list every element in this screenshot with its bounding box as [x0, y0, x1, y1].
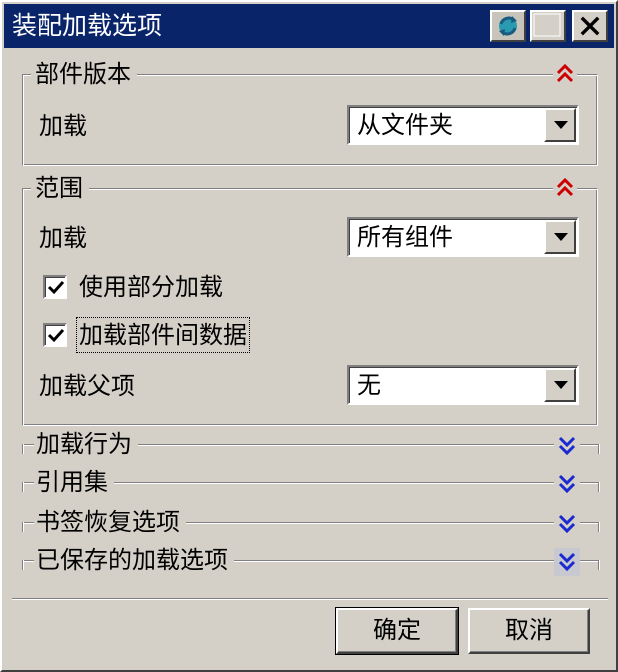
section-rule-end — [598, 522, 600, 532]
load-behavior-section[interactable]: 加载行为 — [22, 426, 600, 464]
bookmark-restore-expand-toggle[interactable] — [554, 510, 580, 538]
section-rule-end — [598, 482, 600, 492]
section-rule-start — [22, 560, 24, 570]
title-bar[interactable]: 装配加载选项 — [4, 4, 614, 48]
window-title: 装配加载选项 — [12, 11, 163, 40]
use-partial-load-label[interactable]: 使用部分加载 — [79, 270, 223, 304]
refresh-button[interactable] — [490, 10, 526, 42]
reference-set-expand-toggle[interactable] — [554, 470, 580, 498]
saved-load-options-section[interactable]: 已保存的加载选项 — [22, 542, 600, 580]
scope-load-select[interactable]: 所有组件 — [347, 217, 579, 257]
load-parent-dropdown-button[interactable] — [544, 368, 576, 402]
part-version-load-value: 从文件夹 — [357, 111, 453, 139]
scope-group: 范围 加载 所有组件 使用部分加载 加载部件间数据 加载父项 无 — [22, 170, 598, 426]
double-chevron-up-icon — [556, 63, 574, 83]
part-version-collapse-toggle[interactable] — [553, 61, 577, 87]
button-separator — [12, 598, 608, 600]
bookmark-restore-label: 书签恢复选项 — [34, 505, 186, 539]
double-chevron-down-icon — [558, 436, 576, 456]
load-interpart-data-checkbox[interactable] — [43, 323, 67, 347]
load-parent-label: 加载父项 — [39, 372, 135, 400]
saved-load-options-label: 已保存的加载选项 — [34, 543, 234, 577]
section-rule-start — [22, 522, 24, 532]
close-icon — [580, 16, 600, 36]
double-chevron-down-icon — [558, 514, 576, 534]
checkmark-icon — [47, 280, 65, 295]
section-rule-end — [598, 444, 600, 454]
double-chevron-down-icon — [558, 474, 576, 494]
load-parent-value: 无 — [357, 371, 381, 399]
scope-collapse-toggle[interactable] — [553, 175, 577, 201]
scope-legend: 范围 — [31, 170, 89, 206]
part-version-load-label: 加载 — [39, 112, 87, 140]
checkmark-icon — [47, 328, 65, 343]
reference-set-section[interactable]: 引用集 — [22, 464, 600, 502]
part-version-dropdown-button[interactable] — [544, 108, 576, 142]
restore-button[interactable] — [530, 10, 566, 42]
double-chevron-down-icon — [558, 552, 576, 572]
load-parent-select[interactable]: 无 — [347, 365, 579, 405]
section-rule-start — [22, 482, 24, 492]
section-rule-end — [598, 560, 600, 570]
use-partial-load-checkbox[interactable] — [43, 275, 67, 299]
assembly-load-options-dialog: 装配加载选项 部件版本 加载 从文件夹 范围 加载 所有组件 使用部分加载 加载… — [0, 0, 618, 672]
dropdown-arrow-icon — [554, 381, 568, 389]
load-behavior-label: 加载行为 — [34, 427, 138, 461]
scope-load-dropdown-button[interactable] — [544, 220, 576, 254]
close-button[interactable] — [572, 10, 608, 42]
load-behavior-expand-toggle[interactable] — [554, 432, 580, 460]
saved-load-options-expand-toggle[interactable] — [554, 548, 580, 576]
dropdown-arrow-icon — [554, 121, 568, 129]
part-version-group: 部件版本 加载 从文件夹 — [22, 56, 598, 166]
section-rule-start — [22, 444, 24, 454]
reference-set-label: 引用集 — [34, 465, 114, 499]
dropdown-arrow-icon — [554, 233, 568, 241]
part-version-load-select[interactable]: 从文件夹 — [347, 105, 579, 145]
ok-button[interactable]: 确定 — [335, 607, 459, 655]
scope-load-label: 加载 — [39, 224, 87, 252]
restore-icon — [533, 13, 561, 37]
part-version-legend: 部件版本 — [31, 56, 137, 92]
cancel-button[interactable]: 取消 — [468, 608, 590, 654]
refresh-icon — [499, 16, 517, 36]
scope-load-value: 所有组件 — [357, 223, 453, 251]
double-chevron-up-icon — [556, 177, 574, 197]
bookmark-restore-section[interactable]: 书签恢复选项 — [22, 504, 600, 542]
load-interpart-data-label[interactable]: 加载部件间数据 — [76, 317, 250, 353]
